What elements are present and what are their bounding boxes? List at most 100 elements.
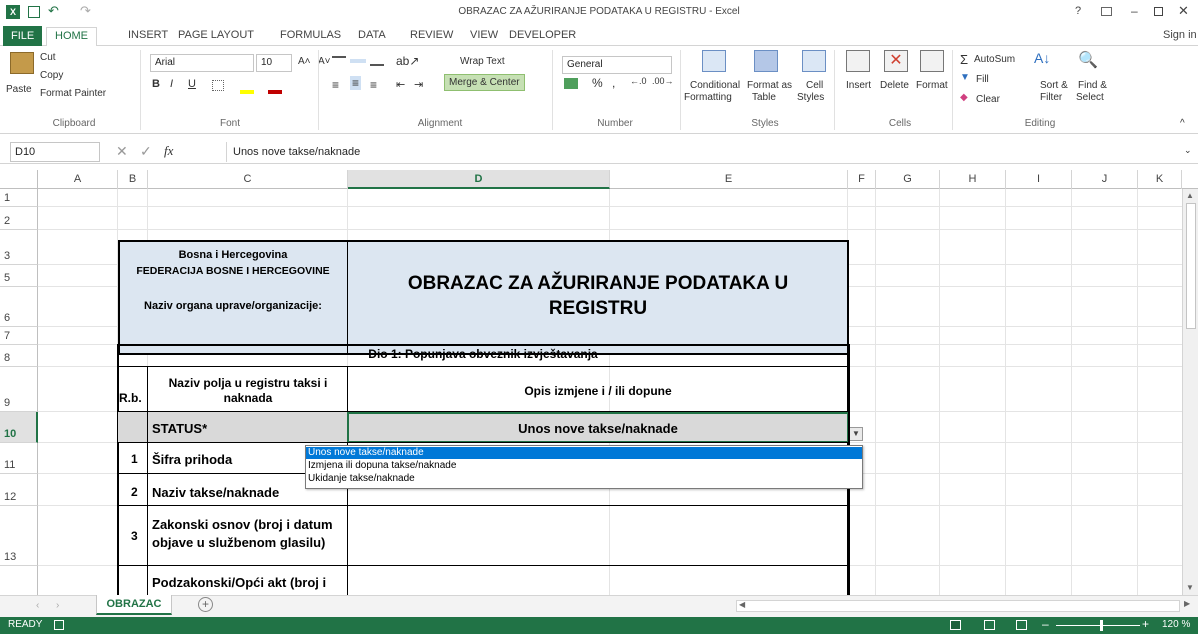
sort-filter-sub[interactable]: Filter	[1040, 92, 1062, 103]
align-left-icon[interactable]: ≡	[332, 78, 339, 92]
tab-insert[interactable]: INSERT	[128, 27, 168, 46]
align-top-icon[interactable]	[332, 56, 346, 66]
row-num-2[interactable]: 2	[131, 485, 138, 499]
zoom-slider[interactable]	[1056, 625, 1140, 626]
delete-cells-button[interactable]: Delete	[880, 80, 909, 91]
cell-styles-button[interactable]: Cell	[806, 80, 823, 91]
accounting-icon[interactable]	[564, 78, 578, 89]
minimize-icon[interactable]: –	[1131, 4, 1138, 18]
name-box[interactable]: D10	[10, 142, 100, 162]
column-header-j[interactable]: J	[1072, 170, 1138, 189]
row-header-6[interactable]: 6	[0, 287, 38, 327]
borders-icon[interactable]	[212, 80, 224, 91]
section-title[interactable]: Dio 1: Popunjava obveznik izvještavanja	[117, 347, 849, 361]
row-label-zakonski-1[interactable]: Zakonski osnov (broj i datum	[152, 517, 333, 532]
status-label[interactable]: STATUS*	[152, 421, 207, 436]
tab-data[interactable]: DATA	[358, 27, 386, 46]
merge-center-button[interactable]: Merge & Center	[444, 74, 525, 91]
increase-decimal-icon[interactable]: ←.0	[630, 76, 647, 86]
column-header-a[interactable]: A	[38, 170, 118, 189]
align-right-icon[interactable]: ≡	[370, 78, 377, 92]
row-num-3[interactable]: 3	[131, 529, 138, 543]
decrease-decimal-icon[interactable]: .00→	[652, 76, 674, 86]
italic-button[interactable]: I	[170, 78, 173, 90]
expand-formula-bar-icon[interactable]: ⌄	[1184, 145, 1192, 156]
cancel-entry-icon[interactable]: ✕	[116, 143, 128, 160]
macro-record-icon[interactable]	[54, 620, 64, 630]
autosum-icon[interactable]: Σ	[960, 52, 968, 67]
page-break-view-icon[interactable]	[1016, 620, 1027, 630]
sort-filter-button[interactable]: Sort &	[1040, 80, 1068, 91]
worksheet-grid[interactable]: 1 2 3 5 6 7 8 9 10 11 12 13 Bosna i Herc…	[0, 189, 1182, 595]
find-select-sub[interactable]: Select	[1076, 92, 1104, 103]
dropdown-option-ukidanje[interactable]: Ukidanje takse/naknade	[306, 473, 415, 485]
dropdown-arrow-button[interactable]: ▼	[849, 427, 863, 441]
zoom-in-icon[interactable]: +	[1142, 617, 1149, 631]
sheet-tab-obrazac[interactable]: OBRAZAC	[96, 595, 172, 615]
col-header-naziv-1[interactable]: Naziv polja u registru taksi i	[148, 376, 348, 390]
confirm-entry-icon[interactable]: ✓	[140, 143, 152, 160]
format-painter-button[interactable]: Format Painter	[40, 88, 106, 99]
wrap-text-button[interactable]: Wrap Text	[460, 56, 505, 67]
fill-button[interactable]: Fill	[976, 74, 989, 85]
conditional-formatting-icon[interactable]	[702, 50, 726, 72]
status-value-cell[interactable]: Unos nove takse/naknade	[347, 412, 849, 443]
scrollbar-thumb[interactable]	[1186, 203, 1196, 329]
col-header-rb[interactable]: R.b.	[119, 391, 142, 405]
bold-button[interactable]: B	[152, 78, 160, 90]
scroll-right-icon[interactable]: ▶	[1184, 599, 1190, 608]
fill-color-icon[interactable]	[240, 90, 254, 94]
validation-dropdown-list[interactable]: Unos nove takse/naknade Izmjena ili dopu…	[305, 445, 863, 489]
format-as-table-icon[interactable]	[754, 50, 778, 72]
format-cells-button[interactable]: Format	[916, 80, 948, 91]
next-sheet-icon[interactable]: ›	[56, 600, 59, 611]
row-header-12[interactable]: 12	[0, 474, 38, 506]
cell-styles-icon[interactable]	[802, 50, 826, 72]
insert-function-icon[interactable]: fx	[164, 143, 173, 159]
prev-sheet-icon[interactable]: ‹	[36, 600, 39, 611]
column-header-g[interactable]: G	[876, 170, 940, 189]
clear-button[interactable]: Clear	[976, 94, 1000, 105]
column-header-k[interactable]: K	[1138, 170, 1182, 189]
tab-home[interactable]: HOME	[46, 27, 97, 48]
column-header-b[interactable]: B	[118, 170, 148, 189]
row-header-14[interactable]	[0, 566, 38, 595]
row-header-5[interactable]: 5	[0, 265, 38, 287]
zoom-level[interactable]: 120 %	[1162, 619, 1190, 630]
conditional-formatting-sub[interactable]: Formatting	[684, 92, 732, 103]
sort-filter-icon[interactable]: A↓	[1034, 50, 1050, 66]
tab-review[interactable]: REVIEW	[410, 27, 453, 46]
column-header-h[interactable]: H	[940, 170, 1006, 189]
fill-icon[interactable]: ▼	[960, 72, 970, 83]
column-header-f[interactable]: F	[848, 170, 876, 189]
normal-view-icon[interactable]	[950, 620, 961, 630]
select-all-corner[interactable]	[0, 170, 38, 189]
percent-button[interactable]: %	[592, 76, 603, 90]
autosum-button[interactable]: AutoSum	[974, 54, 1015, 65]
row-label-sifra-prihoda[interactable]: Šifra prihoda	[152, 452, 232, 467]
close-icon[interactable]: ✕	[1178, 3, 1189, 19]
scroll-left-icon[interactable]: ◀	[739, 600, 745, 609]
font-color-icon[interactable]	[268, 90, 282, 94]
help-icon[interactable]: ?	[1075, 5, 1081, 17]
find-select-icon[interactable]: 🔍	[1078, 50, 1098, 70]
horizontal-scrollbar[interactable]: ◀	[736, 600, 1180, 612]
grow-font-icon[interactable]: A˄	[298, 56, 311, 67]
row-header-13[interactable]: 13	[0, 506, 38, 566]
row-header-10[interactable]: 10	[0, 412, 38, 443]
dropdown-option-unos[interactable]: Unos nove takse/naknade	[306, 447, 862, 459]
scroll-up-icon[interactable]: ▲	[1186, 191, 1194, 200]
cut-button[interactable]: Cut	[40, 52, 56, 63]
format-as-table-sub[interactable]: Table	[752, 92, 776, 103]
cell-styles-sub[interactable]: Styles	[797, 92, 824, 103]
formula-input[interactable]: Unos nove takse/naknade	[226, 142, 1186, 162]
page-layout-view-icon[interactable]	[984, 620, 995, 630]
copy-button[interactable]: Copy	[40, 70, 63, 81]
decrease-indent-icon[interactable]: ⇤	[396, 78, 405, 91]
row-header-7[interactable]: 7	[0, 327, 38, 345]
vertical-scrollbar[interactable]: ▲ ▼	[1182, 189, 1198, 595]
sign-in-link[interactable]: Sign in	[1163, 29, 1197, 41]
row-label-naziv-takse[interactable]: Naziv takse/naknade	[152, 485, 279, 500]
scroll-down-icon[interactable]: ▼	[1186, 583, 1194, 592]
zoom-slider-thumb[interactable]	[1100, 620, 1103, 631]
